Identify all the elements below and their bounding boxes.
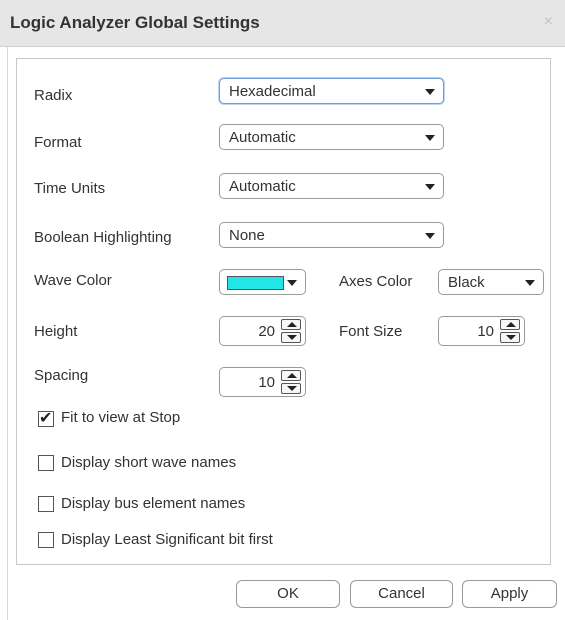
decrement-button[interactable] [281,383,301,394]
radix-select[interactable]: Hexadecimal [219,78,444,104]
font-size-value: 10 [477,323,494,340]
format-select[interactable]: Automatic [219,124,444,150]
cancel-button[interactable]: Cancel [350,580,453,608]
color-swatch [227,276,284,290]
lsb-first-checkbox[interactable] [38,532,54,548]
chevron-down-icon [425,135,435,141]
radix-value: Hexadecimal [229,83,316,100]
fit-to-view-label: Fit to view at Stop [61,409,181,426]
arrow-up-icon [287,322,297,327]
wave-color-picker[interactable] [219,269,306,295]
increment-button[interactable] [281,370,301,381]
settings-dialog: Logic Analyzer Global Settings × Radix H… [0,0,565,620]
lsb-first-label: Display Least Significant bit first [61,531,273,548]
decrement-button[interactable] [500,332,520,343]
chevron-down-icon [287,280,297,286]
chevron-down-icon [525,280,535,286]
height-label: Height [34,323,78,340]
increment-button[interactable] [281,319,301,330]
arrow-down-icon [287,386,297,391]
bus-element-names-label: Display bus element names [61,495,246,512]
dialog-title: Logic Analyzer Global Settings [10,13,260,32]
font-size-label: Font Size [339,323,403,340]
axes-color-label: Axes Color [339,273,413,290]
font-size-stepper[interactable]: 10 [438,316,525,346]
time-units-select[interactable]: Automatic [219,173,444,199]
bus-element-names-checkbox[interactable] [38,496,54,512]
settings-panel: Radix Hexadecimal Format Automatic Time … [16,58,551,565]
chevron-down-icon [425,184,435,190]
arrow-up-icon [506,322,516,327]
divider [7,46,8,620]
axes-color-select[interactable]: Black [438,269,544,295]
time-units-label: Time Units [34,180,106,197]
ok-button[interactable]: OK [236,580,340,608]
chevron-down-icon [425,233,435,239]
arrow-down-icon [506,335,516,340]
close-icon[interactable]: × [544,13,553,31]
boolean-highlighting-value: None [229,227,265,244]
checkmark-icon: ✔ [39,410,53,427]
format-value: Automatic [229,129,296,146]
boolean-highlighting-label: Boolean Highlighting [34,229,172,246]
arrow-down-icon [287,335,297,340]
spacing-value: 10 [258,374,275,391]
spacing-stepper[interactable]: 10 [219,367,306,397]
decrement-button[interactable] [281,332,301,343]
radix-label: Radix [34,87,73,104]
time-units-value: Automatic [229,178,296,195]
arrow-up-icon [287,373,297,378]
wave-color-label: Wave Color [34,272,112,289]
chevron-down-icon [425,89,435,95]
height-stepper[interactable]: 20 [219,316,306,346]
short-wave-names-checkbox[interactable] [38,455,54,471]
fit-to-view-checkbox[interactable]: ✔ [38,410,54,427]
boolean-highlighting-select[interactable]: None [219,222,444,248]
spacing-label: Spacing [34,367,89,384]
height-value: 20 [258,323,275,340]
format-label: Format [34,134,82,151]
title-bar: Logic Analyzer Global Settings × [0,0,565,47]
increment-button[interactable] [500,319,520,330]
short-wave-names-label: Display short wave names [61,454,237,471]
apply-button[interactable]: Apply [462,580,557,608]
axes-color-value: Black [448,274,485,291]
